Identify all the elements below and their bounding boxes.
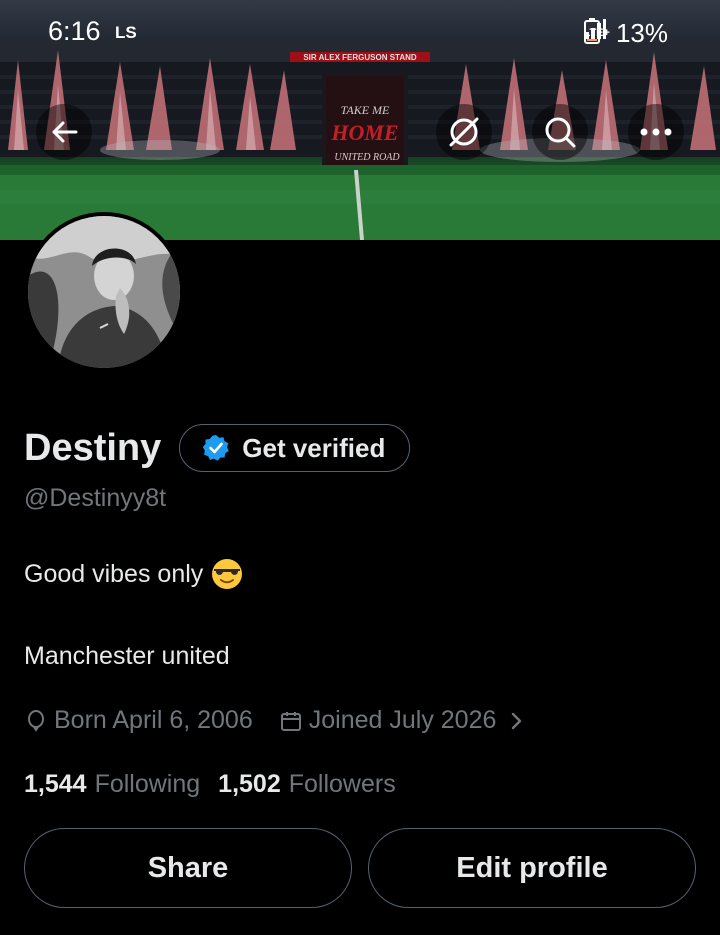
- chevron-right-icon[interactable]: [510, 711, 524, 731]
- battery-percent: 13%: [615, 18, 668, 48]
- avatar-image: [28, 216, 180, 368]
- profile-page: SIR ALEX FERGUSON STAND TAKE ME HOME UNI…: [0, 0, 720, 935]
- get-verified-button[interactable]: Get verified: [179, 424, 411, 472]
- edit-profile-button[interactable]: Edit profile: [368, 828, 696, 908]
- name-row: Destiny Get verified: [24, 424, 411, 472]
- follow-stats: 1,544 Following 1,502 Followers: [24, 770, 396, 799]
- followers-count: 1,502: [218, 770, 281, 798]
- get-verified-label: Get verified: [242, 432, 386, 463]
- profile-banner[interactable]: SIR ALEX FERGUSON STAND TAKE ME HOME UNI…: [0, 0, 720, 240]
- status-time: 6:16: [48, 16, 101, 46]
- following-count: 1,544: [24, 770, 87, 798]
- battery-icon: [583, 18, 600, 44]
- more-horizontal-icon: [640, 128, 672, 136]
- followers-label: Followers: [288, 770, 396, 798]
- verified-badge-icon: [203, 435, 230, 461]
- grok-button[interactable]: [436, 104, 492, 160]
- carrier-badge: LS: [115, 23, 137, 42]
- joined-date: Joined July 2026: [279, 706, 497, 735]
- profile-handle: @Destinyy8t: [24, 484, 167, 512]
- birth-date-text: Born April 6, 2006: [54, 706, 253, 734]
- bio-text: Good vibes only: [24, 559, 204, 588]
- grok-icon: [449, 117, 479, 147]
- back-button[interactable]: [36, 104, 92, 160]
- share-button[interactable]: Share: [24, 828, 352, 908]
- profile-bio: Good vibes only: [24, 558, 243, 590]
- search-icon: [545, 117, 576, 148]
- calendar-icon: [280, 711, 301, 731]
- status-bar: 6:16 LS LTE+: [0, 0, 720, 64]
- more-button[interactable]: [628, 104, 684, 160]
- status-icons: LTE+ 13%: [583, 18, 668, 49]
- profile-location-text: Manchester united: [24, 642, 230, 670]
- following-label: Following: [94, 770, 201, 798]
- search-button[interactable]: [532, 104, 588, 160]
- followers-link[interactable]: 1,502 Followers: [218, 770, 396, 799]
- profile-meta-row[interactable]: Born April 6, 2006 Joined July 2026: [24, 706, 524, 735]
- arrow-left-icon: [52, 121, 78, 143]
- avatar[interactable]: [24, 212, 184, 372]
- joined-date-text: Joined July 2026: [308, 706, 497, 734]
- balloon-icon: [28, 709, 44, 732]
- birth-date: Born April 6, 2006: [24, 706, 253, 735]
- sunglasses-emoji-icon: [212, 559, 243, 589]
- display-name: Destiny: [24, 426, 162, 469]
- following-link[interactable]: 1,544 Following: [24, 770, 200, 799]
